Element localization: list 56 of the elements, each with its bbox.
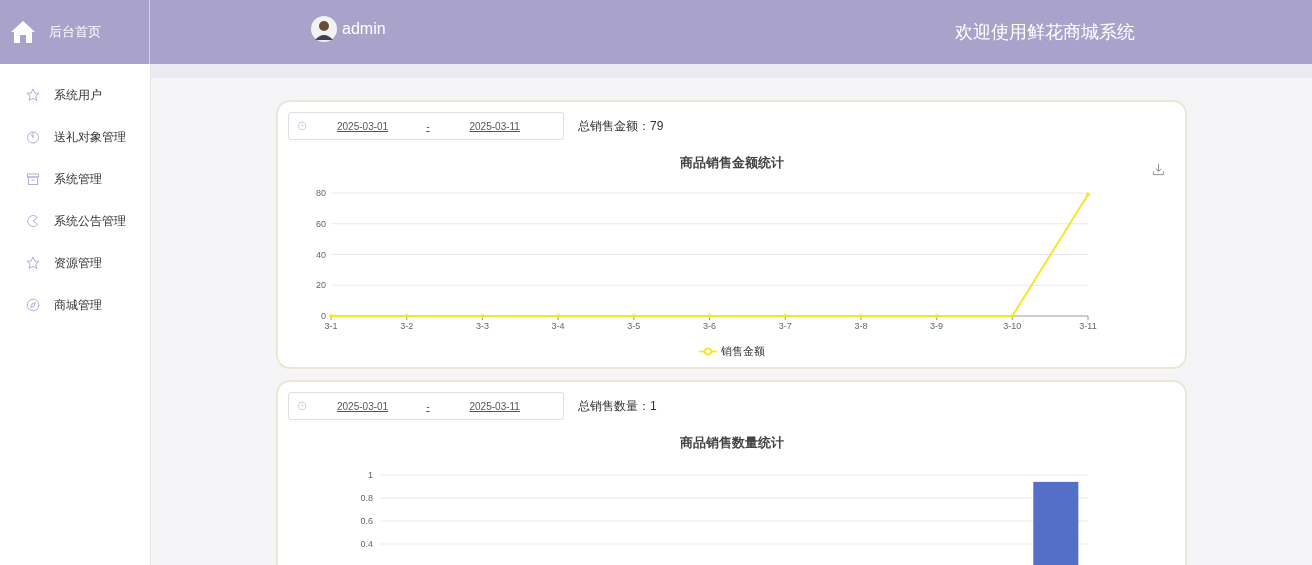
axis-label: 1 — [368, 470, 373, 480]
compass-icon — [26, 298, 40, 312]
data-point — [1086, 192, 1090, 197]
data-point — [404, 314, 409, 318]
axis-label: 3-2 — [400, 321, 414, 331]
axis-label: 3-1 — [324, 321, 338, 331]
sidebar-item[interactable]: 系统用户 — [0, 74, 150, 116]
axis-label: 20 — [316, 280, 326, 291]
data-point — [329, 314, 333, 318]
chart-title: 商品销售金额统计 — [679, 154, 784, 172]
total-summary: 总销售数量：1 — [578, 397, 657, 415]
axis-label: 3-10 — [1003, 321, 1022, 331]
data-point — [480, 314, 485, 318]
data-point — [783, 314, 788, 318]
timer-icon — [26, 130, 40, 144]
axis-label: 3-11 — [1079, 321, 1097, 331]
date-range-picker[interactable]: 2025-03-01 - 2025-03-11 — [288, 392, 564, 420]
data-point — [1010, 314, 1015, 318]
axis-label: 3-8 — [854, 321, 868, 331]
axis-label: 0.4 — [360, 539, 373, 549]
axis-label: 3-7 — [778, 321, 792, 331]
data-point — [707, 314, 712, 318]
sidebar-item[interactable]: 送礼对象管理 — [0, 116, 150, 158]
sidebar-item[interactable]: 系统管理 — [0, 158, 150, 200]
sidebar-item[interactable]: 资源管理 — [0, 242, 150, 284]
star-icon — [26, 256, 40, 270]
total-summary: 总销售金额：79 — [578, 117, 664, 135]
avatar-icon[interactable] — [311, 16, 337, 42]
welcome-title: 欢迎使用鲜花商城系统 — [955, 21, 1135, 44]
axis-label: 3-5 — [627, 321, 641, 331]
axis-label: 3-4 — [551, 321, 565, 331]
axis-label: 60 — [316, 218, 326, 229]
axis-label: 3-9 — [930, 321, 944, 331]
date-range-picker[interactable]: 2025-03-01 - 2025-03-11 — [288, 112, 564, 140]
axis-label: 80 — [316, 188, 326, 198]
download-icon[interactable] — [1152, 163, 1165, 176]
box-icon — [26, 172, 40, 186]
axis-label: 0 — [321, 311, 326, 321]
home-icon[interactable] — [10, 20, 36, 44]
sidebar-item[interactable]: 系统公告管理 — [0, 200, 150, 242]
axis-label: 40 — [316, 249, 326, 260]
axis-label: 0.8 — [360, 493, 373, 503]
axis-label: 3-3 — [475, 321, 489, 331]
axis-label: 3-6 — [703, 321, 716, 331]
clock-icon — [297, 121, 307, 131]
data-point — [858, 314, 863, 318]
clock-icon — [297, 401, 307, 411]
chart-title: 商品销售数量统计 — [679, 434, 784, 452]
legend-label[interactable]: 销售金额 — [720, 344, 765, 359]
data-point — [556, 314, 561, 318]
axis-label: 0.6 — [360, 516, 373, 526]
data-point — [934, 314, 939, 318]
pie-icon — [26, 214, 40, 228]
data-point — [631, 314, 636, 318]
star-icon — [26, 88, 40, 102]
sidebar-item[interactable]: 商城管理 — [0, 284, 150, 326]
